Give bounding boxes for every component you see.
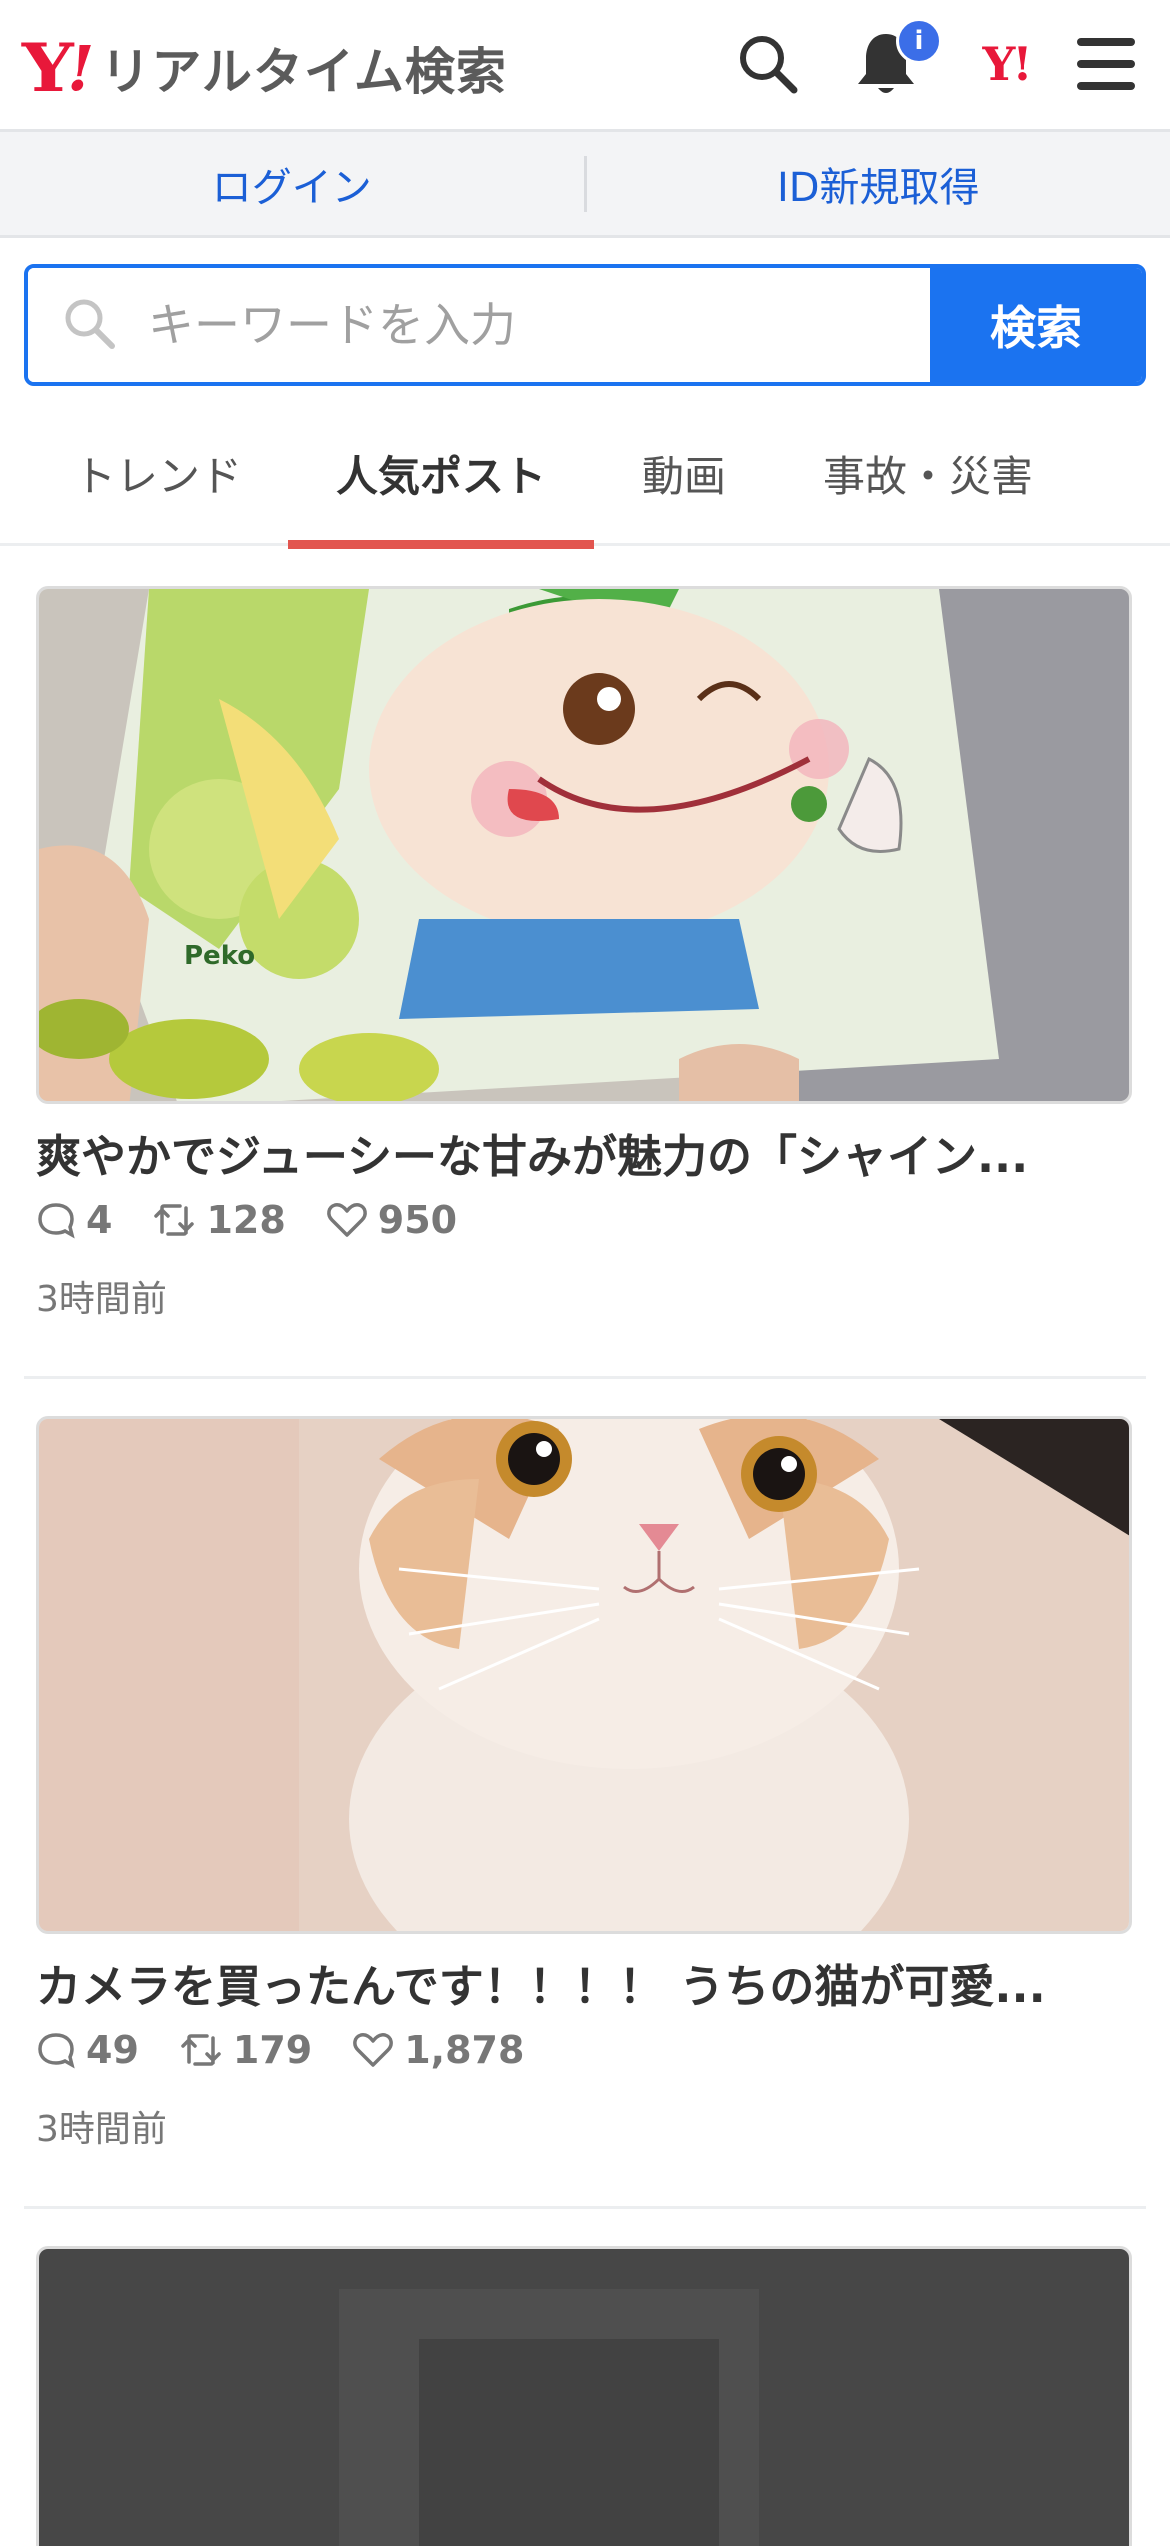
search-input[interactable] [146,297,850,353]
post-divider [24,2206,1146,2209]
notification-badge: i [896,18,942,64]
search-icon[interactable] [730,26,806,102]
yahoo-realtime-logo[interactable]: Y ! リアルタイム検索 [24,28,507,108]
search-field [28,268,930,382]
tab-popular-posts[interactable]: 人気ポスト [288,400,594,546]
reply-count: 49 [86,2028,139,2072]
search-form: 検索 [24,264,1146,386]
logo-exclamation: ! [67,32,94,105]
post-title[interactable]: 爽やかでジューシーな甘みが魅力の「シャイン... [36,1120,1136,1185]
like-count: 950 [378,1198,457,1242]
reply-icon [36,2030,76,2070]
svg-text:Peko: Peko [184,941,255,971]
post-divider [24,1376,1146,1379]
post-time: 3時間前 [36,1270,167,1322]
app-header: Y ! リアルタイム検索 i Y! [0,0,1170,132]
heart-icon [352,2030,394,2070]
tab-video[interactable]: 動画 [614,400,754,546]
menu-icon[interactable] [1068,26,1144,102]
reply-icon [36,1200,76,1240]
post-title[interactable]: カメラを買ったんです！！！！ うちの猫が可愛... [36,1950,1136,2015]
reply-count: 4 [86,1198,112,1242]
post-image[interactable] [36,1416,1132,1934]
heart-icon [326,1200,368,1240]
repost-count: 179 [233,2028,312,2072]
reply-stat[interactable]: 4 [36,1198,112,1242]
post-image[interactable]: Peko [36,586,1132,1104]
reply-stat[interactable]: 49 [36,2028,139,2072]
account-bar: ログイン ID新規取得 [0,132,1170,238]
post-stats: 49 179 1,878 [36,2028,564,2072]
repost-icon [179,2030,223,2070]
repost-stat[interactable]: 179 [179,2028,312,2072]
search-field-icon [62,296,116,354]
yahoo-mark: Y! [982,37,1029,91]
post-time: 3時間前 [36,2100,167,2152]
search-button[interactable]: 検索 [930,268,1142,382]
post-stats: 4 128 950 [36,1198,497,1242]
like-stat[interactable]: 1,878 [352,2028,524,2072]
repost-stat[interactable]: 128 [152,1198,285,1242]
signup-link[interactable]: ID新規取得 [587,155,1170,213]
category-tabs: トレンド 人気ポスト 動画 事故・災害 [0,400,1170,546]
repost-count: 128 [206,1198,285,1242]
bell-icon[interactable]: i [848,26,924,102]
like-stat[interactable]: 950 [326,1198,457,1242]
repost-icon [152,1200,196,1240]
tab-accident-disaster[interactable]: 事故・災害 [800,400,1056,546]
yahoo-logo-icon[interactable]: Y! [968,26,1044,102]
logo-y: Y [22,29,69,107]
like-count: 1,878 [404,2028,524,2072]
post-image[interactable] [36,2246,1132,2546]
tab-trend[interactable]: トレンド [40,400,276,546]
login-link[interactable]: ログイン [0,155,584,213]
logo-text: リアルタイム検索 [100,32,507,104]
